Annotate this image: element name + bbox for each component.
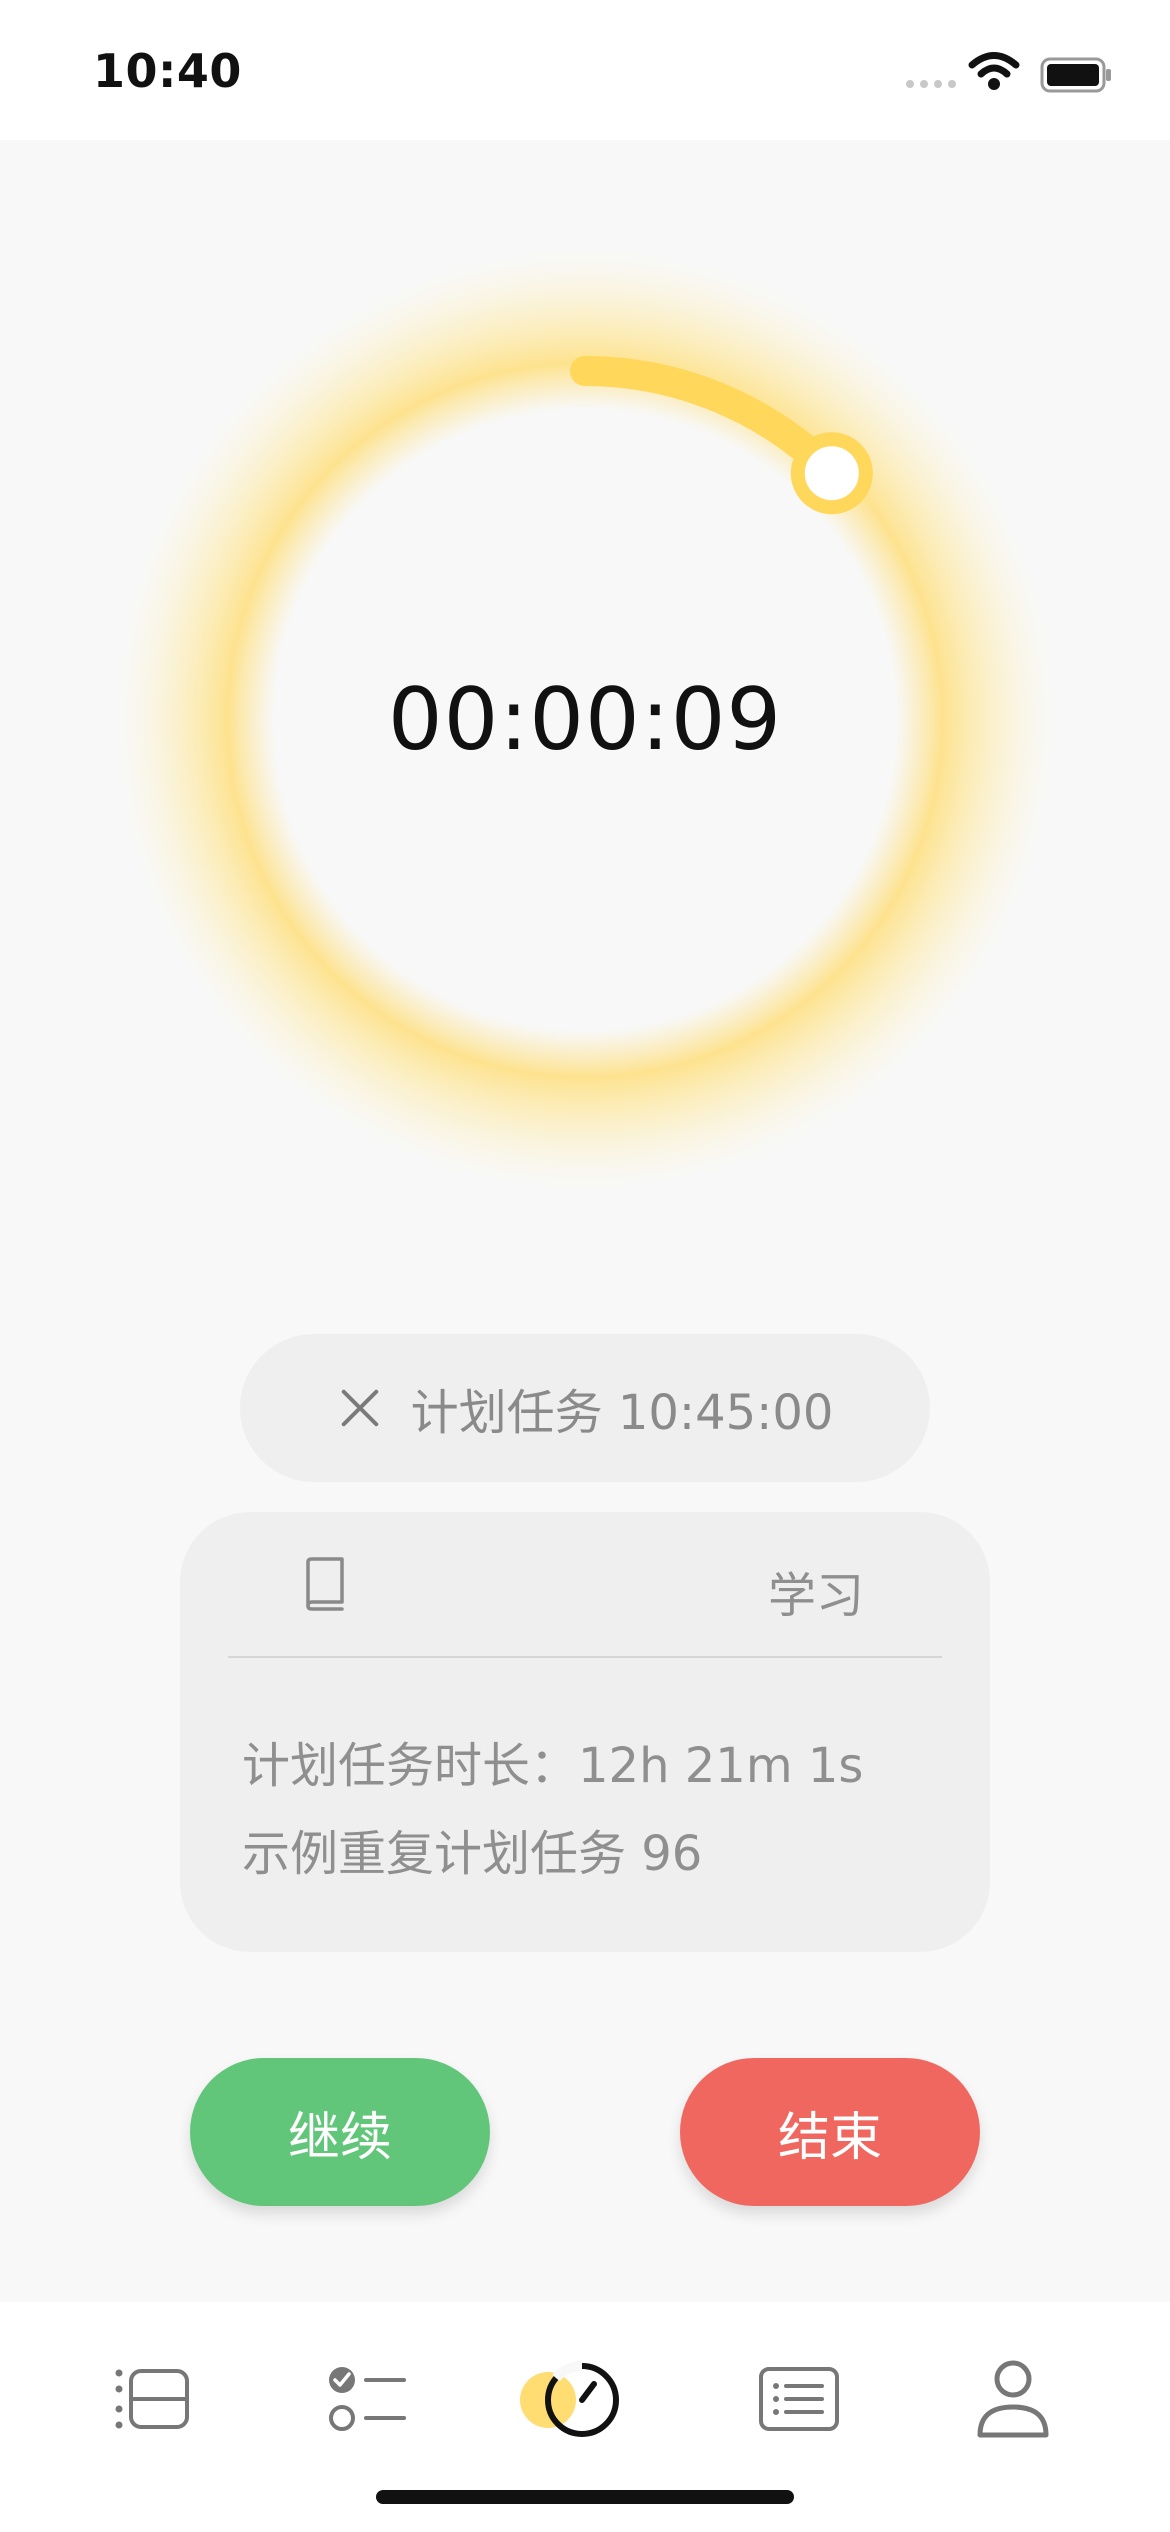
task-card[interactable]: 学习 计划任务时长：12h 21m 1s 示例重复计划任务 96 [180, 1512, 990, 1952]
timer-icon [520, 2360, 619, 2437]
timer-elapsed-display: 00:00:09 [387, 670, 783, 770]
tab-records[interactable] [744, 2344, 854, 2454]
checklist-icon [329, 2367, 406, 2431]
tab-checklist[interactable] [313, 2344, 423, 2454]
wifi-icon [968, 52, 1020, 90]
card-divider [228, 1656, 942, 1658]
profile-icon [977, 2360, 1049, 2438]
timeline-icon [115, 2369, 189, 2429]
close-icon[interactable] [337, 1385, 383, 1431]
task-name: 示例重复计划任务 96 [242, 1826, 703, 1882]
list-document-icon [759, 2367, 839, 2431]
tab-timer[interactable] [510, 2344, 630, 2454]
tab-timeline[interactable] [98, 2344, 208, 2454]
cellular-signal-icon [906, 80, 958, 90]
end-button[interactable]: 结束 [680, 2058, 980, 2206]
home-indicator [376, 2490, 794, 2504]
task-category: 学习 [767, 1568, 864, 1624]
task-duration: 计划任务时长：12h 21m 1s [242, 1738, 864, 1794]
tab-profile[interactable] [958, 2344, 1068, 2454]
status-bar: 10:40 [0, 0, 1170, 140]
continue-button[interactable]: 继续 [190, 2058, 490, 2206]
plan-task-pill[interactable]: 计划任务 10:45:00 [240, 1334, 930, 1482]
status-time: 10:40 [93, 44, 242, 98]
plan-task-label: 计划任务 10:45:00 [410, 1385, 834, 1441]
battery-icon [1040, 57, 1111, 93]
book-icon [306, 1557, 344, 1611]
timer-progress-knob[interactable] [790, 432, 873, 515]
timer-dial: 00:00:09 [0, 140, 1170, 1290]
